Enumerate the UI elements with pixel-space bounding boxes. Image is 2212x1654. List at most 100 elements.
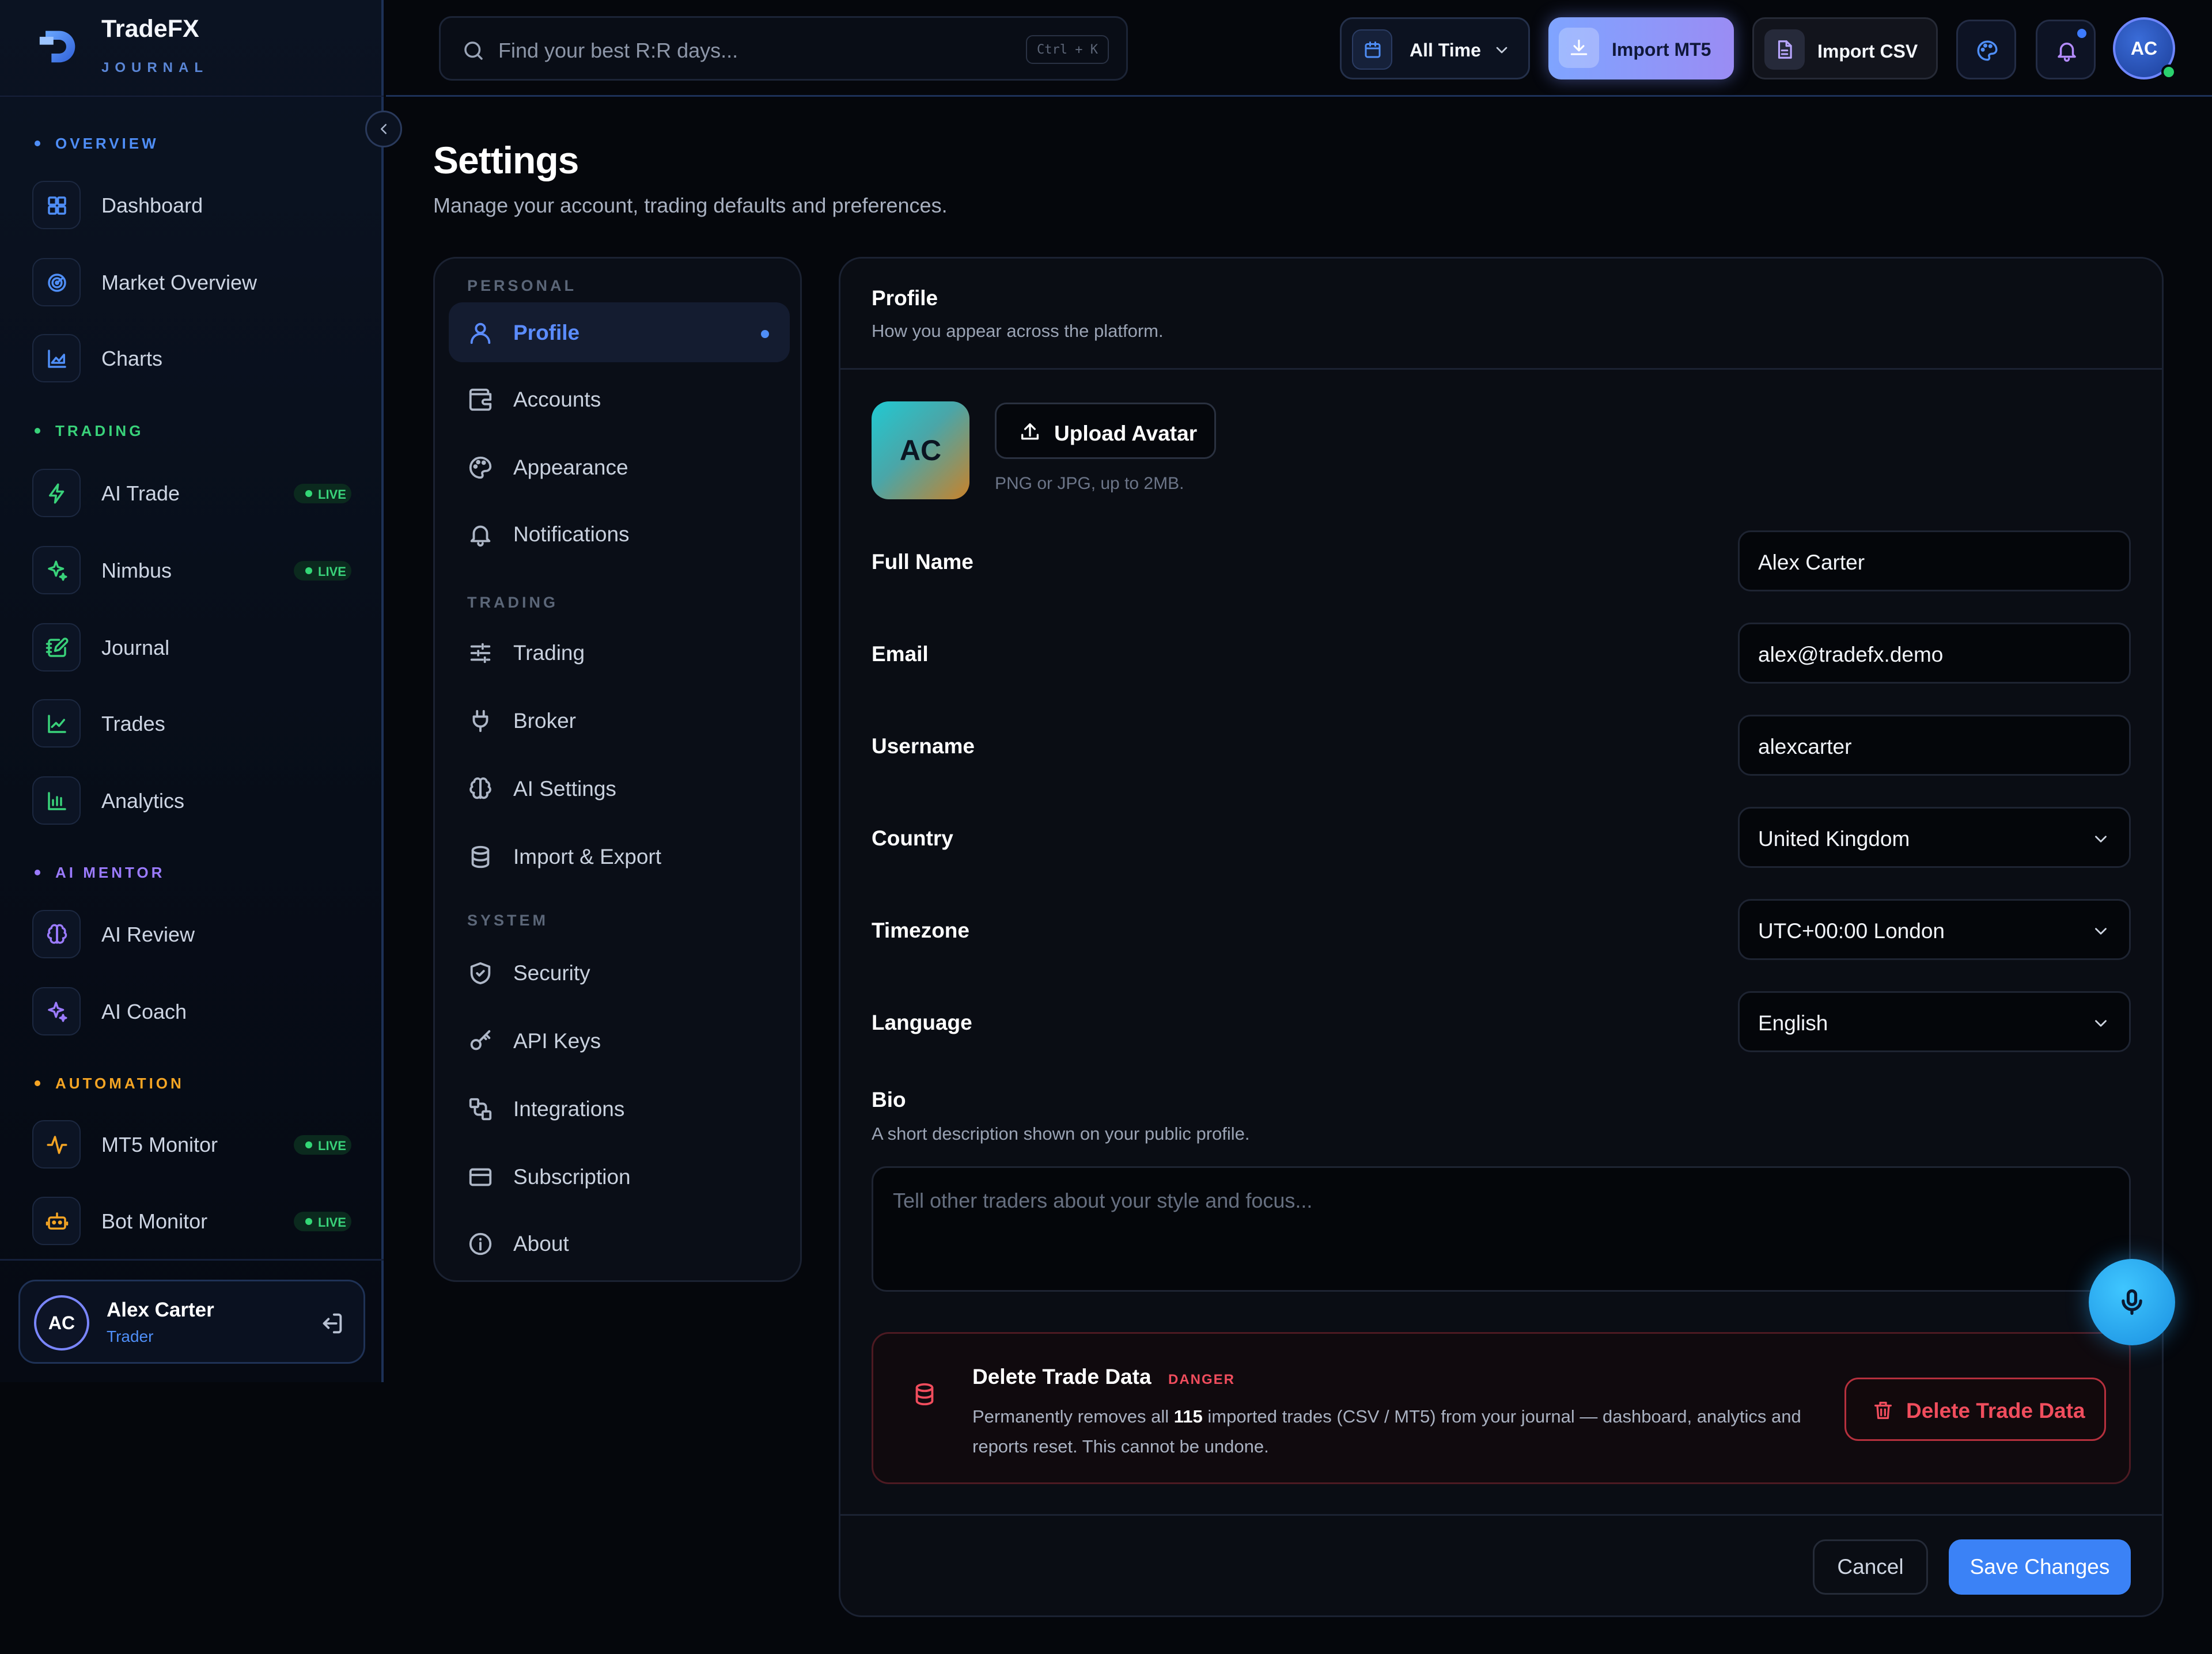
sidebar-item-mt5-monitor[interactable]: MT5 Monitor LIVE xyxy=(32,1116,355,1171)
search-icon xyxy=(461,39,486,63)
sidebar-item-market-overview[interactable]: Market Overview xyxy=(32,253,355,309)
sidebar-icon-box xyxy=(32,699,81,748)
microphone-icon xyxy=(2117,1285,2147,1319)
settings-nav-trading[interactable]: Trading xyxy=(449,623,790,682)
sidebar-item-charts[interactable]: Charts xyxy=(32,329,355,385)
sidebar-icon-box xyxy=(32,623,81,672)
sidebar-item-dashboard[interactable]: Dashboard xyxy=(32,176,355,232)
settings-nav-profile[interactable]: Profile xyxy=(449,302,790,362)
country-select[interactable]: United Kingdom xyxy=(1738,807,2131,868)
wallet-icon xyxy=(467,386,494,413)
settings-nav-label: Notifications xyxy=(513,522,630,546)
voice-input-button[interactable] xyxy=(2089,1259,2175,1345)
settings-nav-import-export[interactable]: Import & Export xyxy=(449,826,790,886)
settings-nav-label: Broker xyxy=(513,709,576,733)
sidebar-item-analytics[interactable]: Analytics xyxy=(32,772,355,827)
delete-trade-data-button[interactable]: Delete Trade Data xyxy=(1844,1378,2106,1441)
logout-icon[interactable] xyxy=(319,1310,345,1337)
language-select[interactable]: English xyxy=(1738,991,2131,1052)
settings-nav-security[interactable]: Security xyxy=(449,943,790,1003)
sidebar-item-ai-review[interactable]: AI Review xyxy=(32,905,355,961)
settings-nav: PERSONAL TRADING SYSTEM Profile Accounts Appe… xyxy=(433,257,802,1282)
page-title: Settings xyxy=(433,139,579,181)
settings-nav-label: Subscription xyxy=(513,1165,631,1189)
collapse-sidebar-button[interactable] xyxy=(365,111,402,147)
sidebar-item-bot-monitor[interactable]: Bot Monitor LIVE xyxy=(32,1192,355,1247)
bell-icon xyxy=(2055,39,2079,63)
import-csv-label: Import CSV xyxy=(1817,41,1918,62)
profile-avatar-button[interactable]: AC xyxy=(2113,17,2176,79)
import-csv-button[interactable]: Import CSV xyxy=(1752,17,1938,79)
settings-nav-label: API Keys xyxy=(513,1029,601,1053)
sidebar-item-label: Nimbus xyxy=(101,559,172,582)
settings-nav-label: About xyxy=(513,1232,569,1255)
sidebar-item-label: Journal xyxy=(101,636,170,659)
settings-nav-appearance[interactable]: Appearance xyxy=(449,437,790,497)
bar-chart-icon xyxy=(45,789,69,813)
topbar: Find your best R:R days... Ctrl + K All … xyxy=(386,0,2212,97)
user-card[interactable]: AC Alex Carter Trader xyxy=(18,1280,365,1364)
sidebar-item-nimbus[interactable]: Nimbus LIVE xyxy=(32,541,355,597)
database-icon xyxy=(467,844,494,870)
brain-icon xyxy=(45,923,69,947)
date-range-label: All Time xyxy=(1410,40,1481,60)
date-range-select[interactable]: All Time xyxy=(1340,17,1530,79)
settings-nav-broker[interactable]: Broker xyxy=(449,691,790,750)
delete-trade-data-label: Delete Trade Data xyxy=(1906,1399,2085,1422)
settings-nav-notifications[interactable]: Notifications xyxy=(449,504,790,564)
settings-nav-label: Appearance xyxy=(513,456,628,479)
sparkles-icon xyxy=(45,1000,69,1024)
full-name-input[interactable]: Alex Carter xyxy=(1738,530,2131,591)
bio-label: Bio xyxy=(872,1088,906,1111)
download-icon xyxy=(1568,37,1590,59)
timezone-select[interactable]: UTC+00:00 London xyxy=(1738,899,2131,960)
save-changes-button[interactable]: Save Changes xyxy=(1949,1539,2131,1595)
settings-nav-subscription[interactable]: Subscription xyxy=(449,1147,790,1207)
chart-area-icon xyxy=(45,347,69,371)
sidebar-item-journal[interactable]: Journal xyxy=(32,619,355,674)
settings-nav-integrations[interactable]: Integrations xyxy=(449,1079,790,1139)
upload-avatar-button[interactable]: Upload Avatar xyxy=(995,403,1216,459)
brand[interactable]: TradeFX JOURNAL xyxy=(0,0,384,97)
sidebar-item-trades[interactable]: Trades xyxy=(32,695,355,750)
bio-textarea[interactable]: Tell other traders about your style and … xyxy=(872,1166,2131,1292)
country-value: United Kingdom xyxy=(1758,827,1910,851)
settings-nav-accounts[interactable]: Accounts xyxy=(449,369,790,429)
active-indicator xyxy=(761,330,769,338)
sidebar-item-ai-trade[interactable]: AI Trade LIVE xyxy=(32,464,355,519)
sliders-icon xyxy=(467,640,494,666)
sidebar-item-ai-coach[interactable]: AI Coach xyxy=(32,982,355,1038)
settings-nav-ai-settings[interactable]: AI Settings xyxy=(449,758,790,818)
bio-help: A short description shown on your public… xyxy=(872,1124,1250,1144)
bolt-icon xyxy=(45,481,69,506)
email-input[interactable]: alex@tradefx.demo xyxy=(1738,623,2131,684)
tradefx-logo-icon xyxy=(36,23,83,70)
email-value: alex@tradefx.demo xyxy=(1758,643,1944,666)
username-value: alexcarter xyxy=(1758,735,1852,758)
settings-nav-label: AI Settings xyxy=(513,777,616,801)
danger-title: Delete Trade Data xyxy=(972,1365,1152,1389)
user-avatar[interactable]: AC xyxy=(34,1295,89,1350)
panel-title: Profile xyxy=(872,286,938,310)
import-mt5-button[interactable]: Import MT5 xyxy=(1548,17,1734,79)
sidebar-item-label: Dashboard xyxy=(101,194,203,217)
theme-button[interactable] xyxy=(1956,20,2016,79)
search-input[interactable]: Find your best R:R days... Ctrl + K xyxy=(439,16,1128,81)
username-label: Username xyxy=(872,734,975,758)
database-icon xyxy=(911,1381,938,1408)
cancel-button[interactable]: Cancel xyxy=(1813,1539,1928,1595)
settings-nav-label: Integrations xyxy=(513,1097,625,1121)
username-input[interactable]: alexcarter xyxy=(1738,715,2131,776)
brain-icon xyxy=(467,776,494,802)
upload-avatar-label: Upload Avatar xyxy=(1054,422,1198,445)
settings-nav-about[interactable]: About xyxy=(449,1213,790,1273)
sidebar: TradeFX JOURNAL OVERVIEW TRADING AI MENTOR… xyxy=(0,0,384,1382)
live-badge: LIVE xyxy=(294,484,351,503)
language-value: English xyxy=(1758,1011,1828,1035)
upload-hint: PNG or JPG, up to 2MB. xyxy=(995,474,1184,493)
notifications-button[interactable] xyxy=(2036,20,2096,79)
sidebar-divider xyxy=(0,1259,384,1261)
user-name: Alex Carter xyxy=(107,1299,214,1321)
chevron-down-icon xyxy=(2091,829,2111,849)
settings-nav-api-keys[interactable]: API Keys xyxy=(449,1011,790,1071)
